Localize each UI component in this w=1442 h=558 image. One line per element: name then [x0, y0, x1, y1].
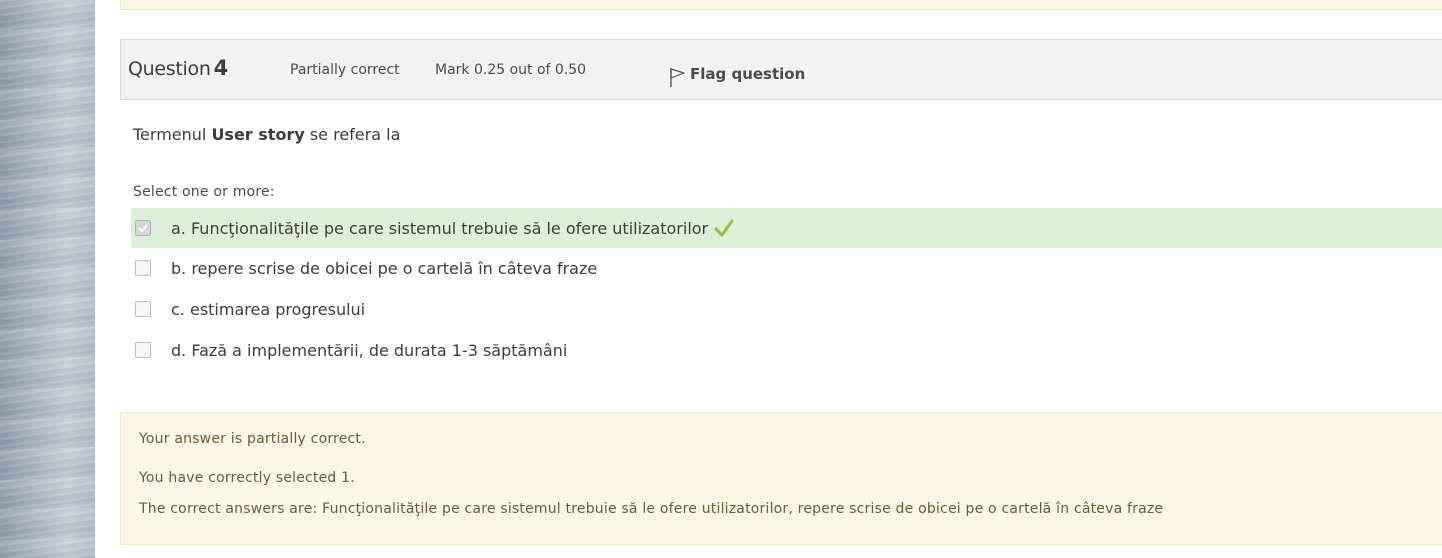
- question-text-term: User story: [211, 125, 305, 144]
- question-title: Question 4: [128, 56, 228, 80]
- flag-question-button[interactable]: Flag question: [668, 60, 805, 88]
- feedback-correct-answers: The correct answers are: Funcţionalităţi…: [139, 501, 1164, 517]
- answer-option-d[interactable]: d. Fază a implementării, de durata 1-3 s…: [131, 330, 1442, 370]
- feedback-selected: You have correctly selected 1.: [139, 470, 355, 486]
- question-text: Termenul User story se refera la: [133, 125, 400, 144]
- quiz-review-page: Question 4 Partially correct Mark 0.25 ou…: [0, 0, 1442, 558]
- answer-checkbox-d[interactable]: [135, 342, 151, 358]
- previous-question-feedback: [120, 0, 1442, 10]
- answer-checkbox-c[interactable]: [135, 301, 151, 317]
- answer-option-c[interactable]: c. estimarea progresului: [131, 289, 1442, 329]
- question-number: 4: [213, 56, 229, 80]
- answer-prompt: Select one or more:: [133, 184, 275, 200]
- question-title-word: Question: [128, 58, 211, 80]
- answer-option-b[interactable]: b. repere scrise de obicei pe o cartelă …: [131, 248, 1442, 288]
- feedback-summary: Your answer is partially correct.: [139, 431, 366, 447]
- question-text-suffix: se refera la: [304, 125, 401, 144]
- answer-label-a: a. Funcţionalităţile pe care sistemul tr…: [171, 218, 709, 238]
- question-state: Partially correct: [290, 62, 400, 78]
- flag-icon: [670, 68, 685, 87]
- flag-question-label: Flag question: [690, 65, 806, 83]
- answer-option-a[interactable]: a. Funcţionalităţile pe care sistemul tr…: [131, 208, 1442, 248]
- question-header: Question 4 Partially correct Mark 0.25 ou…: [120, 39, 1442, 100]
- answer-label-d: d. Fază a implementării, de durata 1-3 s…: [171, 340, 568, 360]
- main-content: Question 4 Partially correct Mark 0.25 ou…: [95, 0, 1442, 558]
- question-text-prefix: Termenul: [133, 125, 212, 144]
- answer-label-c: c. estimarea progresului: [171, 299, 366, 319]
- answer-checkbox-b[interactable]: [135, 260, 151, 276]
- background-texture: [0, 0, 95, 558]
- answer-label-b: b. repere scrise de obicei pe o cartelă …: [171, 258, 598, 278]
- answer-feedback: Your answer is partially correct. You ha…: [120, 412, 1442, 545]
- answer-checkbox-a[interactable]: [135, 220, 151, 236]
- checkmark-icon: [138, 224, 148, 233]
- correct-tick-icon: [714, 219, 734, 237]
- question-grade: Mark 0.25 out of 0.50: [435, 62, 587, 78]
